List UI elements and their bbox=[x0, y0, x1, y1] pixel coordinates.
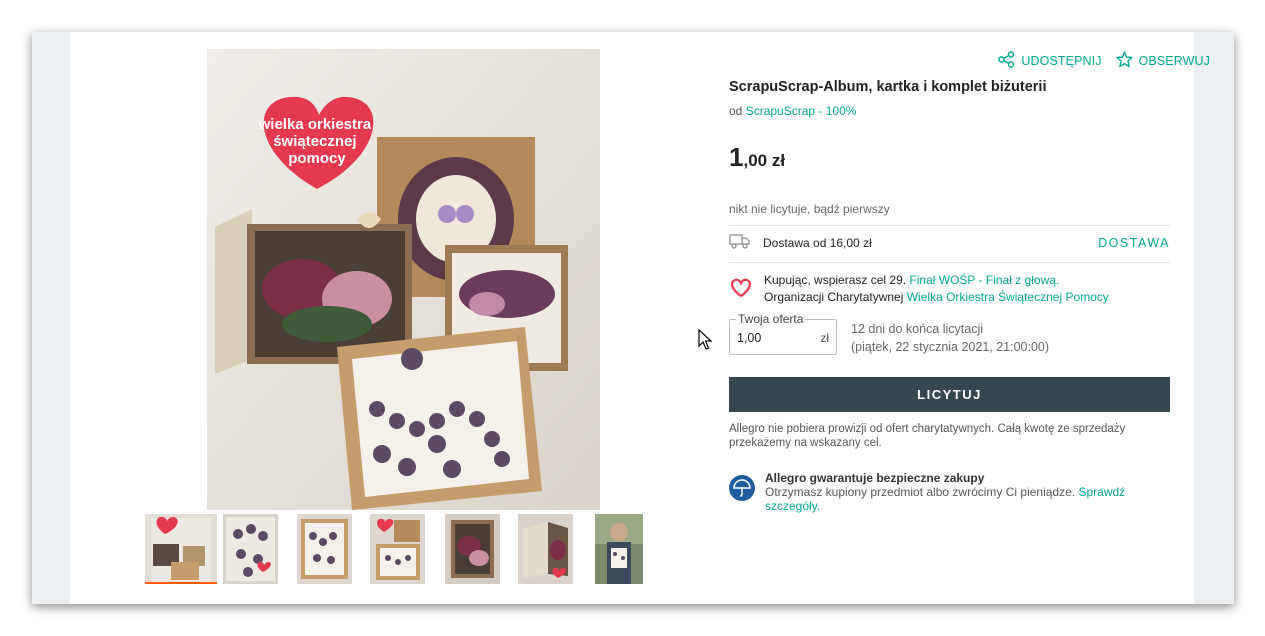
thumbnail-4[interactable] bbox=[370, 514, 425, 584]
purchase-guarantee: Allegro gwarantuje bezpieczne zakupy Otr… bbox=[729, 471, 1170, 513]
offer-actions: UDOSTĘPNIJ OBSERWUJ bbox=[970, 50, 1210, 72]
watch-button[interactable]: OBSERWUJ bbox=[1115, 50, 1210, 72]
heart-sign-line-3: pomocy bbox=[288, 150, 346, 167]
divider bbox=[729, 225, 1170, 226]
heart-sign-line-2: świątecznej bbox=[273, 133, 356, 150]
charity-goal-link[interactable]: Finał WOŚP - Finał z głową. bbox=[909, 273, 1059, 287]
seller-prefix: od bbox=[729, 104, 743, 118]
thumbnail-5[interactable] bbox=[445, 514, 500, 584]
charity-org-prefix: Organizacji Charytatywnej bbox=[764, 290, 904, 304]
guarantee-body: Otrzymasz kupiony przedmiot albo zwrócim… bbox=[765, 485, 1170, 513]
share-label: UDOSTĘPNIJ bbox=[1021, 54, 1102, 68]
watch-label: OBSERWUJ bbox=[1138, 54, 1210, 68]
thumbnail-6[interactable] bbox=[518, 514, 573, 584]
thumbnail-3[interactable] bbox=[297, 514, 352, 584]
heart-sign-line-1: wielka orkiestra bbox=[258, 116, 372, 133]
charity-fee-note: Allegro nie pobiera prowizji od ofert ch… bbox=[729, 423, 1126, 449]
end-date-text: (piątek, 22 stycznia 2021, 21:00:00) bbox=[851, 340, 1050, 354]
thumbnail-7[interactable] bbox=[595, 514, 643, 584]
offer-price: 1,00 zł bbox=[729, 142, 785, 173]
bid-field-legend: Twoja oferta bbox=[736, 312, 806, 326]
main-product-photo[interactable]: wielka orkiestra świątecznej pomocy bbox=[207, 49, 600, 510]
bid-button[interactable]: LICYTUJ bbox=[729, 377, 1170, 412]
delivery-text: Dostawa od 16,00 zł bbox=[763, 236, 872, 250]
price-decimal: ,00 zł bbox=[743, 151, 786, 170]
bid-amount-value[interactable]: 1,00 bbox=[737, 331, 761, 345]
charity-line-1: Kupując, wspierasz cel 29. Finał WOŚP - … bbox=[764, 272, 1170, 289]
price-integer: 1 bbox=[729, 142, 744, 172]
share-icon bbox=[998, 51, 1015, 71]
product-photo-image: wielka orkiestra świątecznej pomocy bbox=[207, 49, 600, 510]
time-left-text: 12 dni do końca licytacji bbox=[851, 322, 984, 336]
charity-heart-icon bbox=[729, 278, 753, 303]
browser-window: wielka orkiestra świątecznej pomocy UDOS… bbox=[32, 32, 1234, 604]
offer-page: wielka orkiestra świątecznej pomocy UDOS… bbox=[70, 32, 1210, 604]
delivery-row: Dostawa od 16,00 zł DOSTAWA bbox=[729, 232, 1170, 254]
charity-info: Kupując, wspierasz cel 29. Finał WOŚP - … bbox=[729, 272, 1170, 306]
thumbnail-2[interactable] bbox=[223, 514, 278, 584]
divider bbox=[729, 262, 1170, 263]
charity-goal-prefix: Kupując, wspierasz cel 29. bbox=[764, 273, 907, 287]
thumbnail-strip bbox=[145, 514, 655, 586]
star-icon bbox=[1115, 51, 1133, 71]
seller-link[interactable]: ScrapuScrap - 100% bbox=[746, 104, 857, 118]
truck-icon bbox=[729, 233, 751, 254]
guarantee-text: Otrzymasz kupiony przedmiot albo zwrócim… bbox=[765, 485, 1076, 499]
bids-status: nikt nie licytuje, bądź pierwszy bbox=[729, 202, 890, 216]
thumbnail-1[interactable] bbox=[145, 514, 217, 584]
delivery-link[interactable]: DOSTAWA bbox=[1098, 236, 1170, 250]
bid-currency: zł bbox=[820, 331, 829, 345]
auction-time-left: 12 dni do końca licytacji (piątek, 22 st… bbox=[851, 320, 1049, 356]
charity-org-link[interactable]: Wielka Orkiestra Świątecznej Pomocy bbox=[907, 290, 1109, 304]
bid-amount-field[interactable]: Twoja oferta 1,00 zł bbox=[729, 312, 837, 355]
charity-line-2: Organizacji Charytatywnej Wielka Orkiest… bbox=[764, 289, 1170, 306]
mouse-cursor-icon bbox=[698, 328, 713, 356]
umbrella-icon bbox=[729, 475, 755, 501]
share-button[interactable]: UDOSTĘPNIJ bbox=[998, 50, 1101, 72]
offer-title: ScrapuScrap-Album, kartka i komplet biżu… bbox=[729, 79, 1047, 95]
seller-info: od ScrapuScrap - 100% bbox=[729, 104, 856, 118]
guarantee-heading: Allegro gwarantuje bezpieczne zakupy bbox=[765, 471, 985, 485]
